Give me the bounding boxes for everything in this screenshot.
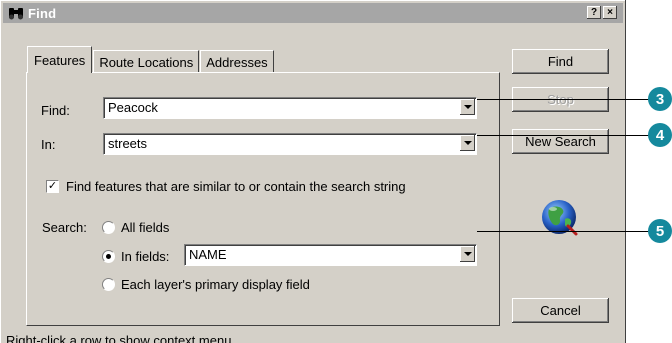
find-combobox[interactable]: Peacock xyxy=(103,97,477,119)
in-label: In: xyxy=(41,137,56,152)
callout-3: 3 xyxy=(648,87,672,111)
find-dropdown-arrow-icon[interactable] xyxy=(460,99,475,115)
in-combobox[interactable]: streets xyxy=(103,133,477,155)
close-button[interactable]: × xyxy=(603,6,617,19)
similar-checkbox[interactable]: ✓ xyxy=(46,180,59,193)
callout-5: 5 xyxy=(648,219,672,243)
in-value: streets xyxy=(108,136,148,151)
radio-primary-display[interactable] xyxy=(102,278,115,291)
find-label: Find: xyxy=(41,103,70,118)
radio-all-fields-label: All fields xyxy=(121,220,170,235)
callout-4: 4 xyxy=(648,123,672,147)
globe-find-icon xyxy=(542,200,578,236)
tab-route-locations[interactable]: Route Locations xyxy=(93,50,200,73)
fields-combobox[interactable]: NAME xyxy=(184,244,477,266)
status-text: Right-click a row to show context menu xyxy=(6,333,232,343)
fields-dropdown-arrow-icon[interactable] xyxy=(460,246,475,262)
in-dropdown-arrow-icon[interactable] xyxy=(460,135,475,151)
tab-strip: Features Route Locations Addresses xyxy=(27,46,275,73)
new-search-button[interactable]: New Search xyxy=(512,129,609,154)
find-value: Peacock xyxy=(108,100,158,115)
binoculars-icon xyxy=(9,8,23,20)
search-label: Search: xyxy=(42,220,87,235)
similar-checkbox-label: Find features that are similar to or con… xyxy=(66,179,406,194)
title-bar: Find ? × xyxy=(3,3,623,23)
tab-addresses[interactable]: Addresses xyxy=(200,50,274,73)
help-button[interactable]: ? xyxy=(587,6,601,19)
callout-3-leader xyxy=(477,99,654,100)
cancel-button[interactable]: Cancel xyxy=(512,298,609,323)
radio-all-fields[interactable] xyxy=(102,221,115,234)
window-title: Find xyxy=(28,5,57,21)
find-button[interactable]: Find xyxy=(512,49,609,74)
radio-in-fields-label: In fields: xyxy=(121,249,170,264)
callout-4-leader xyxy=(477,135,654,136)
callout-5-leader xyxy=(477,231,654,232)
tab-features[interactable]: Features xyxy=(27,46,93,73)
radio-primary-display-label: Each layer's primary display field xyxy=(121,277,310,292)
radio-in-fields[interactable] xyxy=(102,250,115,263)
fields-value: NAME xyxy=(189,247,227,262)
find-dialog: Find ? × Features Route Locations Addres… xyxy=(0,0,626,343)
